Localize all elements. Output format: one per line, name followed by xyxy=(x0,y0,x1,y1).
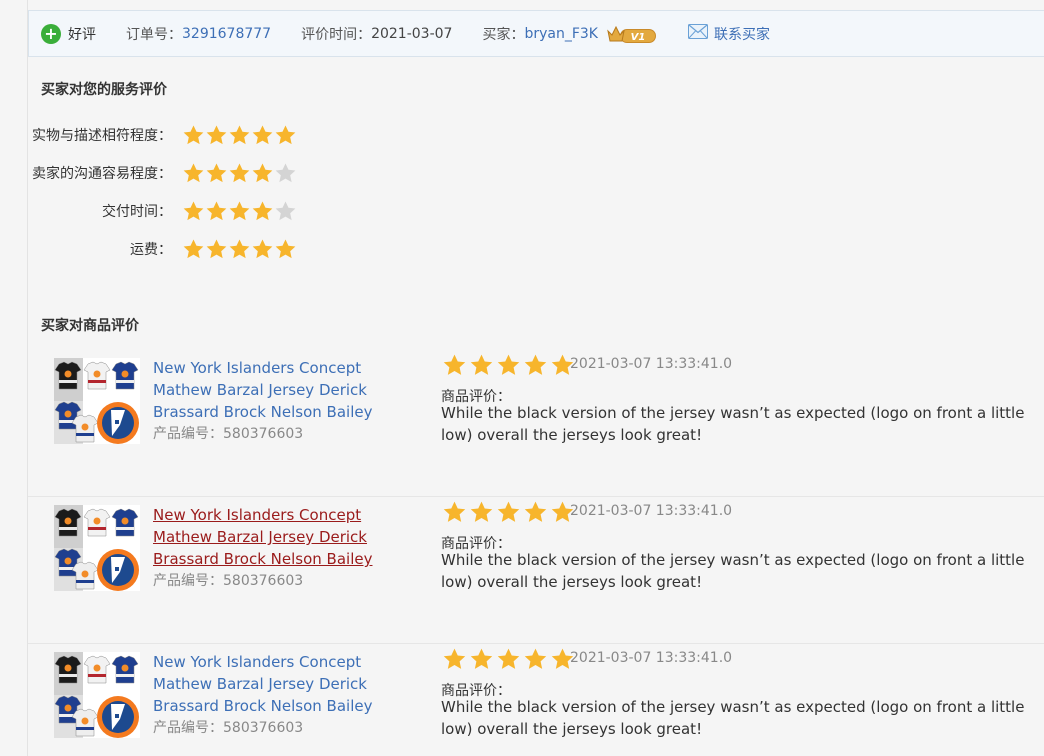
order-label: 订单号： xyxy=(126,26,182,43)
star-icon xyxy=(182,124,205,147)
star-icon xyxy=(228,238,251,261)
product-code: 产品编号：580376603 xyxy=(153,426,304,442)
order-number[interactable]: 3291678777 xyxy=(182,26,271,42)
feedback-header: + 好评 订单号： 3291678777 评价时间： 2021-03-07 买家… xyxy=(28,10,1044,57)
order-info: 订单号： 3291678777 xyxy=(126,24,271,44)
star-icon xyxy=(251,124,274,147)
service-rating-label: 运费： xyxy=(130,242,172,258)
product-review-row: New York Islanders Concept Mathew Barzal… xyxy=(28,644,1044,756)
product-star-rating xyxy=(441,353,576,378)
star-icon xyxy=(228,124,251,147)
star-rating xyxy=(182,238,297,261)
service-rating-row: 卖家的沟通容易程度： xyxy=(28,160,308,186)
star-icon xyxy=(228,200,251,223)
service-rating-row: 实物与描述相符程度： xyxy=(28,122,308,148)
star-icon xyxy=(441,647,468,672)
star-icon xyxy=(495,647,522,672)
star-icon xyxy=(468,500,495,525)
star-icon xyxy=(441,353,468,378)
product-star-rating xyxy=(441,647,576,672)
review-timestamp: 2021-03-07 13:33:41.0 xyxy=(570,650,733,666)
review-time-value: 2021-03-07 xyxy=(371,25,453,42)
service-rating-label: 实物与描述相符程度： xyxy=(32,128,172,144)
service-section-title: 买家对您的服务评价 xyxy=(41,82,167,98)
product-review-row: New York Islanders Concept Mathew Barzal… xyxy=(28,350,1044,497)
star-icon xyxy=(251,200,274,223)
feedback-panel: + 好评 订单号： 3291678777 评价时间： 2021-03-07 买家… xyxy=(28,0,1044,756)
star-icon xyxy=(205,124,228,147)
product-title-link[interactable]: New York Islanders Concept Mathew Barzal… xyxy=(153,504,378,570)
buyer-info: 买家： bryan_F3K V1 xyxy=(482,23,658,45)
star-icon xyxy=(251,238,274,261)
star-icon xyxy=(522,353,549,378)
star-icon xyxy=(522,647,549,672)
review-time-info: 评价时间： 2021-03-07 xyxy=(301,24,452,44)
product-code: 产品编号：580376603 xyxy=(153,573,304,589)
review-timestamp: 2021-03-07 13:33:41.0 xyxy=(570,503,733,519)
service-rating-label: 交付时间： xyxy=(102,204,172,220)
contact-buyer-label: 联系买家 xyxy=(713,26,770,43)
review-text: While the black version of the jersey wa… xyxy=(441,404,1025,444)
product-section-title: 买家对商品评价 xyxy=(41,318,139,334)
service-rating-label: 卖家的沟通容易程度： xyxy=(32,166,172,182)
product-thumbnail[interactable] xyxy=(54,505,140,591)
star-icon xyxy=(205,200,228,223)
review-time-label: 评价时间： xyxy=(301,26,372,43)
plus-circle-icon: + xyxy=(41,23,61,44)
product-title-link[interactable]: New York Islanders Concept Mathew Barzal… xyxy=(153,651,378,717)
rating-type: + 好评 xyxy=(41,23,96,44)
star-icon xyxy=(228,162,251,185)
star-icon xyxy=(251,162,274,185)
star-icon xyxy=(495,353,522,378)
star-icon xyxy=(274,162,297,185)
star-icon xyxy=(441,500,468,525)
service-rating-row: 交付时间： xyxy=(28,198,308,224)
product-review-row: New York Islanders Concept Mathew Barzal… xyxy=(28,497,1044,644)
star-rating xyxy=(182,162,297,185)
star-icon xyxy=(182,200,205,223)
service-rating-row: 运费： xyxy=(28,236,308,262)
contact-buyer-link[interactable]: 联系买家 xyxy=(687,24,770,44)
product-title-link[interactable]: New York Islanders Concept Mathew Barzal… xyxy=(153,357,378,423)
star-icon xyxy=(205,238,228,261)
star-rating xyxy=(182,124,297,147)
star-icon xyxy=(274,124,297,147)
rating-text: 好评 xyxy=(68,26,96,43)
review-timestamp: 2021-03-07 13:33:41.0 xyxy=(570,356,733,372)
star-icon xyxy=(205,162,228,185)
crown-icon: V1 xyxy=(606,23,658,45)
star-icon xyxy=(495,500,522,525)
product-star-rating xyxy=(441,500,576,525)
product-thumbnail[interactable] xyxy=(54,652,140,738)
star-icon xyxy=(522,500,549,525)
star-icon xyxy=(468,647,495,672)
star-icon xyxy=(182,162,205,185)
review-text: While the black version of the jersey wa… xyxy=(441,551,1025,591)
vip-badge-text: V1 xyxy=(631,32,646,43)
mail-icon xyxy=(687,24,708,43)
review-text: While the black version of the jersey wa… xyxy=(441,698,1025,738)
buyer-label: 买家： xyxy=(482,26,525,43)
star-rating xyxy=(182,200,297,223)
star-icon xyxy=(274,238,297,261)
star-icon xyxy=(468,353,495,378)
buyer-name-link[interactable]: bryan_F3K xyxy=(524,26,598,42)
star-icon xyxy=(274,200,297,223)
product-code: 产品编号：580376603 xyxy=(153,720,304,736)
product-thumbnail[interactable] xyxy=(54,358,140,444)
star-icon xyxy=(182,238,205,261)
